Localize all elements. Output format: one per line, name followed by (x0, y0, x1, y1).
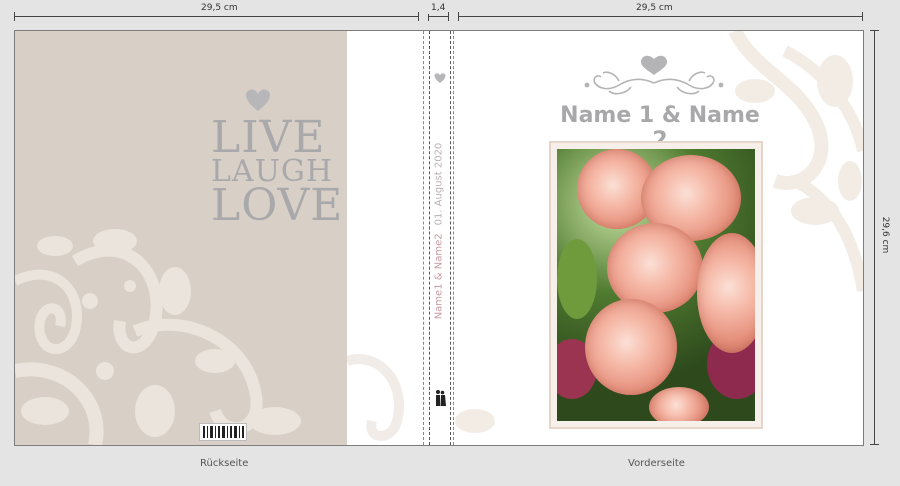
barcode (199, 423, 247, 441)
photo-frame[interactable] (549, 141, 763, 429)
front-panel-label: Vorderseite (628, 458, 685, 469)
dimension-label-height: 29,6 cm (880, 216, 890, 254)
dimension-label-spine-width: 1,4 (428, 2, 449, 14)
spine-date: 01. August 2020 (433, 142, 445, 226)
dimension-label-back-width: 29,5 cm (198, 2, 241, 14)
dimension-line-front (458, 16, 862, 17)
leaf-shape (557, 239, 597, 319)
dimension-tick (14, 12, 15, 21)
back-cover-panel[interactable]: LIVE LAUGH LOVE (15, 31, 347, 445)
album-cover-canvas[interactable]: LIVE LAUGH LOVE Name1 & Name201. August (14, 30, 864, 446)
floral-ornament-margin (347, 354, 404, 441)
dimension-line-spine (428, 16, 448, 17)
rose (697, 233, 755, 353)
rose (585, 299, 677, 395)
back-cover-margin (347, 31, 429, 445)
dimension-tick (418, 12, 419, 21)
flourish-ornament (584, 55, 724, 95)
dimension-tick (870, 30, 879, 31)
spine-text[interactable]: Name1 & Name2 01. August 2020 (434, 143, 445, 320)
dimension-label-front-width: 29,5 cm (633, 2, 676, 14)
rose (649, 387, 709, 421)
cover-photo-roses[interactable] (557, 149, 755, 421)
quote-line-live: LIVE (211, 112, 326, 163)
dimension-tick (458, 12, 459, 21)
floral-ornament-back (15, 229, 301, 445)
dimension-line-height (874, 30, 875, 444)
dimension-tick (870, 444, 879, 445)
back-panel-label: Rückseite (200, 458, 249, 469)
heart-icon (434, 73, 446, 84)
dimension-tick (862, 12, 863, 21)
dimension-line-back (14, 16, 418, 17)
spine-names: Name1 & Name2 (433, 233, 445, 320)
couple-silhouette-icon (436, 390, 446, 406)
quote-line-love: LOVE (211, 180, 344, 231)
spine-fold-line-left (423, 31, 425, 445)
heart-icon (246, 89, 270, 111)
live-laugh-love-quote[interactable]: LIVE LAUGH LOVE (211, 112, 344, 231)
